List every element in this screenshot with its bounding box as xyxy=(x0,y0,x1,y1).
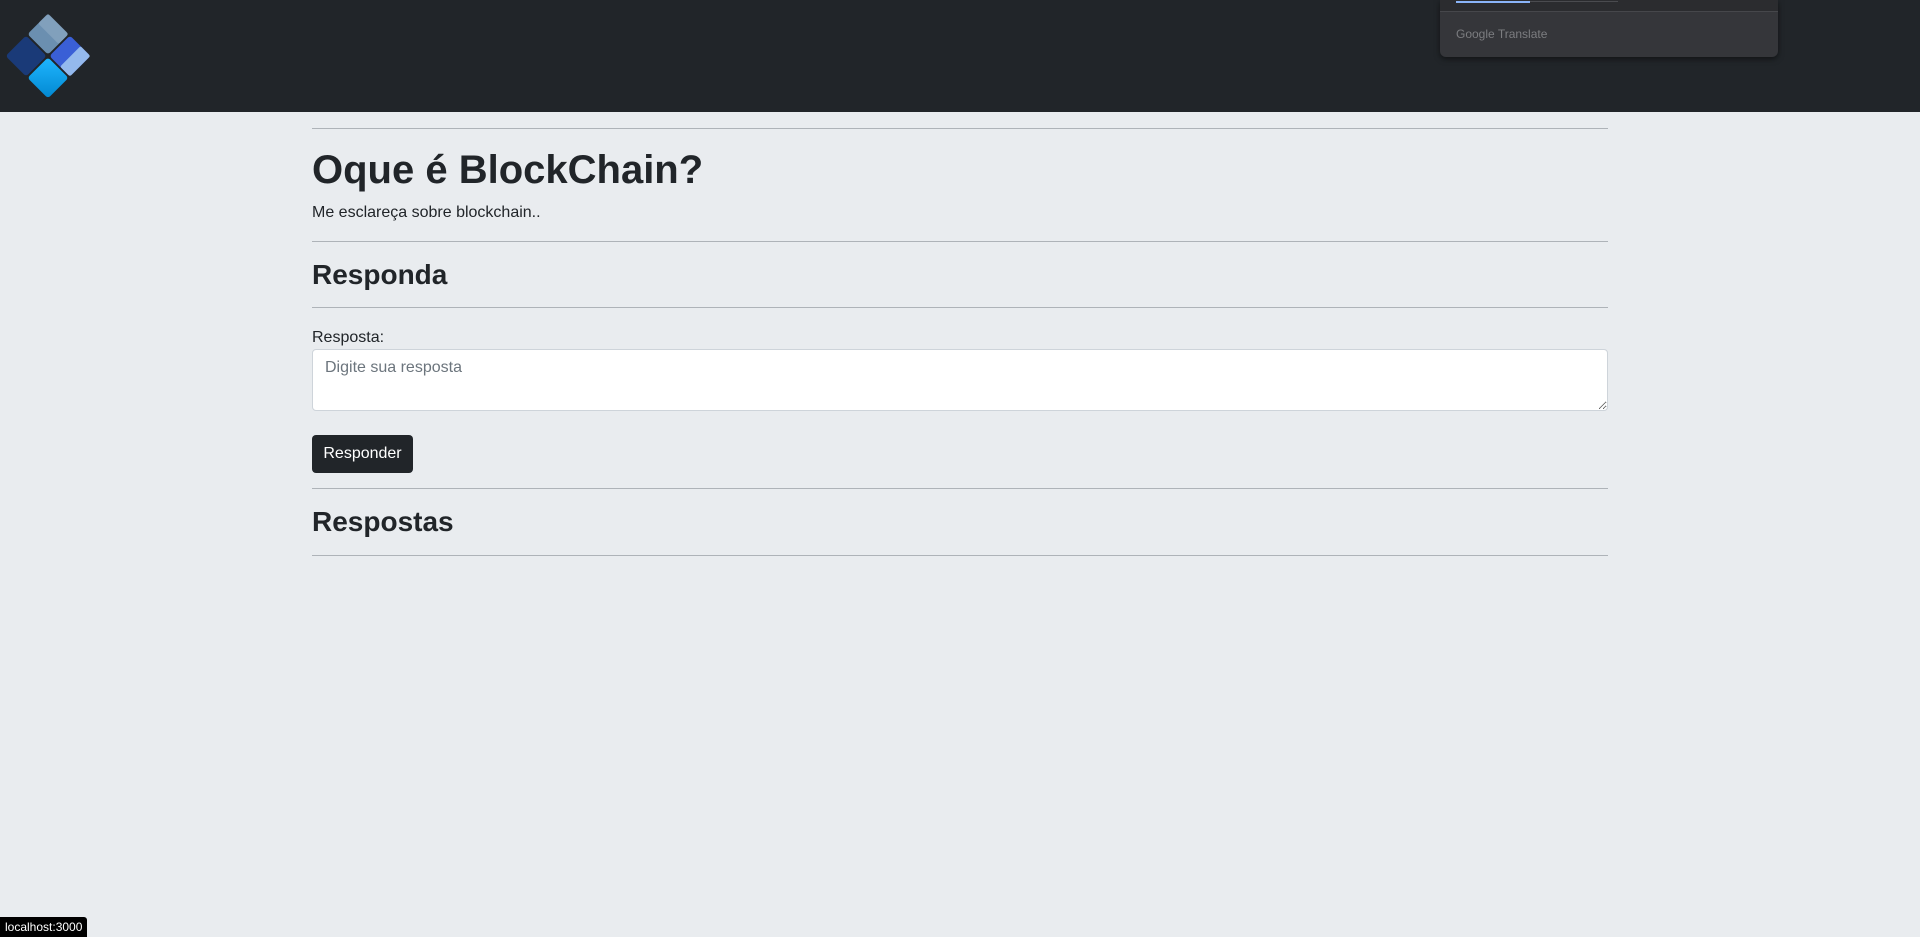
google-translate-label: Google Translate xyxy=(1456,27,1548,41)
divider-after-answers-heading xyxy=(312,555,1608,556)
translate-tab-active-indicator[interactable] xyxy=(1456,1,1530,3)
answer-textarea[interactable] xyxy=(312,349,1608,411)
blockchain-diamond-logo-icon[interactable] xyxy=(0,8,96,104)
google-translate-popup: Google Translate xyxy=(1440,0,1778,57)
divider-top xyxy=(312,128,1608,129)
translate-tab-inactive-indicator[interactable] xyxy=(1530,1,1618,2)
divider-after-form-heading xyxy=(312,307,1608,308)
divider-before-answers xyxy=(312,488,1608,489)
translate-tab-strip xyxy=(1440,0,1778,12)
navbar: Google Translate xyxy=(0,0,1920,112)
question-description: Me esclareça sobre blockchain.. xyxy=(312,204,541,221)
answers-heading: Respostas xyxy=(312,506,454,537)
answer-field-label: Resposta: xyxy=(312,329,385,346)
divider-after-question xyxy=(312,241,1608,242)
answer-form-heading: Responda xyxy=(312,259,448,290)
question-title: Oque é BlockChain? xyxy=(312,148,704,192)
submit-answer-button[interactable]: Responder xyxy=(312,435,413,473)
status-bar-url: localhost:3000 xyxy=(0,917,88,937)
